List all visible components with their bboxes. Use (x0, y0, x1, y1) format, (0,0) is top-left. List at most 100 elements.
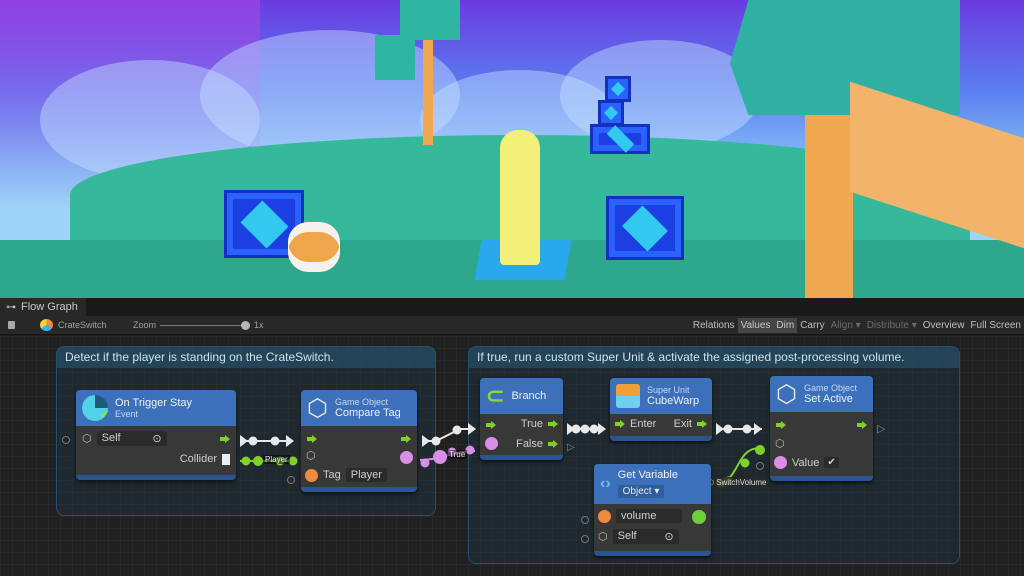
node-header[interactable]: Super Unit CubeWarp (610, 378, 712, 414)
align-dropdown[interactable]: Align ▾ (828, 318, 864, 333)
overview-button[interactable]: Overview (920, 318, 968, 333)
tree-foliage (730, 0, 960, 115)
node-title: Branch (511, 390, 547, 402)
distribute-dropdown[interactable]: Distribute ▾ (864, 318, 920, 333)
node-header[interactable]: ✔ On Trigger Stay Event (76, 390, 236, 426)
tab-label: Flow Graph (21, 301, 78, 313)
node-header[interactable]: ⬡ Game Object Set Active (770, 376, 873, 412)
node-header[interactable]: ⊂ Branch (480, 378, 563, 414)
variable-name-dropdown[interactable]: volume (616, 509, 682, 523)
unconnected-flow-port[interactable]: ▷ (877, 422, 885, 435)
variable-icon: ‹› (600, 475, 611, 492)
player-character (500, 130, 540, 265)
lock-icon[interactable] (8, 321, 15, 329)
flow-wire (422, 428, 475, 442)
crate (605, 76, 631, 102)
carry-button[interactable]: Carry (797, 318, 827, 333)
exit-label: Exit (673, 418, 692, 430)
flow-input-port[interactable] (776, 421, 786, 429)
graph-asset[interactable]: CrateSwitch (40, 319, 107, 331)
cube-icon: ⬡ (82, 433, 92, 445)
wire-label-text: SwitchVolume (716, 478, 767, 487)
node-subtitle: Event (115, 409, 139, 419)
cube-icon: ⬡ (775, 438, 785, 450)
unconnected-port[interactable] (581, 516, 589, 524)
unconnected-port[interactable] (581, 535, 589, 543)
collider-label: Collider (179, 453, 217, 465)
cube-icon: ⬡ (307, 394, 328, 422)
graph-toolbar: CrateSwitch Zoom 1x Relations Values Dim… (0, 316, 1024, 335)
exit-output-port[interactable] (697, 420, 707, 428)
tab-bar: ⊶ Flow Graph (0, 298, 1024, 316)
hierarchy-icon: ⊶ (6, 301, 16, 313)
node-category: Game Object (803, 383, 857, 393)
false-output-port[interactable] (548, 440, 558, 448)
wire-label-player: Player (263, 455, 290, 464)
value-input-port[interactable] (774, 456, 787, 469)
name-input-port[interactable] (598, 509, 611, 523)
relations-button[interactable]: Relations (690, 318, 738, 333)
crate (606, 196, 684, 260)
unconnected-flow-port[interactable]: ▷ (567, 442, 575, 453)
true-label: True (520, 418, 543, 430)
string-input-port[interactable] (305, 468, 318, 482)
tree-trunk (423, 40, 433, 145)
object-picker-icon[interactable]: ⊙ (152, 432, 161, 445)
toolbar-buttons: Relations Values Dim Carry Align ▾ Distr… (690, 316, 1024, 335)
full-screen-button[interactable]: Full Screen (967, 318, 1024, 333)
node-header[interactable]: ⬡ Game Object Compare Tag (301, 390, 417, 426)
flow-input-port[interactable] (486, 421, 496, 429)
node-on-trigger-stay[interactable]: ✔ On Trigger Stay Event ⬡ Self ⊙ Collider (76, 390, 236, 480)
node-get-variable[interactable]: ‹› Get Variable Object ▾ volume ⬡ Self ⊙ (594, 464, 711, 556)
condition-input-port[interactable] (485, 437, 498, 450)
tree-foliage (375, 35, 415, 80)
tag-field[interactable]: Player (345, 468, 387, 482)
variable-kind-dropdown[interactable]: Object ▾ (617, 485, 665, 498)
super-unit-icon (616, 384, 640, 408)
wire-node (270, 436, 280, 446)
node-category: Game Object (334, 397, 388, 407)
crate (590, 124, 650, 154)
enter-input-port[interactable] (615, 420, 625, 428)
object-picker-icon[interactable]: ⊙ (664, 530, 673, 543)
node-title: CubeWarp (647, 395, 700, 407)
values-button[interactable]: Values (737, 318, 774, 333)
node-header[interactable]: ‹› Get Variable Object ▾ (594, 464, 711, 504)
tag-label: Tag (323, 469, 341, 481)
node-cube-warp[interactable]: Super Unit CubeWarp Enter Exit (610, 378, 712, 441)
flow-input-port[interactable] (307, 435, 317, 443)
value-checkbox[interactable]: ✔ (824, 457, 839, 468)
node-branch[interactable]: ⊂ Branch True False (480, 378, 563, 460)
zoom-slider[interactable] (160, 321, 250, 330)
enter-label: Enter (630, 418, 657, 430)
flow-output-port[interactable] (857, 421, 867, 429)
flow-output-port[interactable] (401, 435, 411, 443)
zoom-slider-handle[interactable] (241, 321, 250, 330)
node-category: Super Unit (647, 385, 690, 395)
flow-macro-icon (40, 319, 53, 331)
target-field[interactable]: Self ⊙ (612, 529, 679, 544)
branch-icon: ⊂ (486, 383, 505, 408)
dim-button[interactable]: Dim (773, 318, 798, 333)
tree-foliage (400, 0, 460, 40)
node-compare-tag[interactable]: ⬡ Game Object Compare Tag ⬡ Tag Player (301, 390, 417, 492)
unconnected-port[interactable] (756, 462, 764, 470)
tab-flow-graph[interactable]: ⊶ Flow Graph (0, 298, 86, 316)
target-field[interactable]: Self ⊙ (96, 431, 167, 446)
flow-graph-panel: ⊶ Flow Graph CrateSwitch Zoom 1x Relatio… (0, 298, 1024, 576)
graph-canvas[interactable]: Detect if the player is standing on the … (0, 336, 1024, 576)
unconnected-port[interactable] (287, 476, 295, 484)
collider-port-icon[interactable] (222, 453, 230, 465)
game-viewport[interactable] (0, 0, 1024, 298)
flow-output-port[interactable] (220, 435, 230, 443)
node-set-active[interactable]: ⬡ Game Object Set Active ⬡ Value ✔ (770, 376, 873, 481)
node-title: Set Active (803, 393, 853, 405)
node-title: Get Variable (617, 469, 678, 481)
node-title: On Trigger Stay (115, 397, 193, 409)
true-output-port[interactable] (548, 420, 558, 428)
value-output-port[interactable] (692, 510, 706, 524)
asset-name: CrateSwitch (58, 320, 107, 330)
bool-output-port[interactable] (400, 451, 413, 464)
unconnected-port[interactable] (62, 436, 70, 444)
wire-label-switch-volume: ⬡ SwitchVolume (704, 477, 770, 488)
